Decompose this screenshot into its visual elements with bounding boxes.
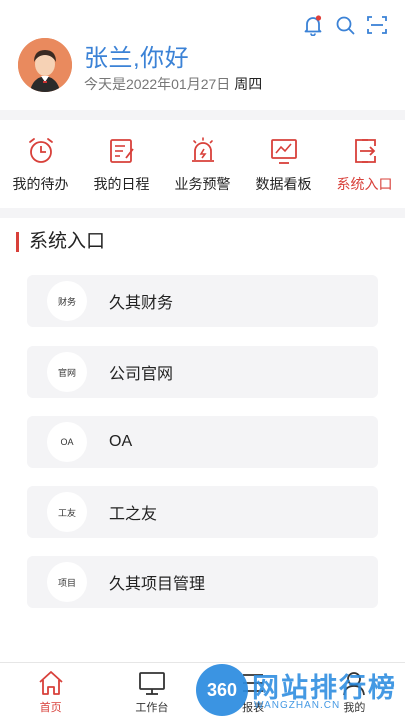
greeting-title: 张兰,你好 [84, 45, 190, 72]
quick-item-label: 数据看板 [255, 176, 312, 192]
date-line: 今天是2022年01月27日 周四 [84, 74, 262, 94]
quick-item-todo[interactable]: 我的待办 [5, 136, 77, 194]
scan-icon[interactable] [367, 14, 387, 38]
tab-mine[interactable]: 我的 [304, 663, 405, 720]
entry-badge: OA [47, 422, 87, 462]
home-icon [39, 671, 63, 695]
entry-website[interactable]: 官网 公司官网 [27, 346, 378, 398]
tab-home[interactable]: 首页 [0, 663, 101, 720]
entry-badge: 工友 [47, 492, 87, 532]
quick-actions: 我的待办 我的日程 业务预警 数据看板 系统入口 [0, 120, 405, 208]
report-icon [243, 674, 264, 692]
warning-light-icon [191, 137, 214, 162]
entry-label: 公司官网 [109, 366, 174, 383]
section-title: 系统入口 [16, 232, 105, 252]
entry-badge: 财务 [47, 281, 87, 321]
quick-item-system-entry[interactable]: 系统入口 [329, 136, 401, 194]
dashboard-chart-icon [270, 139, 297, 164]
weekday-text: 周四 [234, 76, 263, 92]
schedule-icon [109, 139, 134, 163]
quick-item-label: 业务预警 [174, 176, 231, 192]
entry-badge: 项目 [47, 562, 87, 602]
quick-item-schedule[interactable]: 我的日程 [86, 136, 158, 194]
monitor-icon [138, 672, 165, 695]
tab-workbench[interactable]: 工作台 [101, 663, 202, 720]
bell-icon[interactable] [303, 14, 323, 38]
alarm-clock-icon [28, 138, 53, 163]
entry-project[interactable]: 项目 久其项目管理 [27, 556, 378, 608]
quick-item-dashboard[interactable]: 数据看板 [248, 136, 320, 194]
quick-item-label: 我的日程 [93, 176, 150, 192]
date-text: 今天是2022年01月27日 [84, 76, 231, 92]
bottom-tabbar: 首页 工作台 报表 我的 [0, 662, 405, 720]
quick-item-label: 我的待办 [12, 176, 69, 192]
entry-label: OA [109, 433, 133, 450]
header: 张兰,你好 今天是2022年01月27日 周四 [0, 0, 405, 110]
avatar[interactable] [18, 38, 72, 92]
entry-oa[interactable]: OA OA [27, 416, 378, 468]
entry-label: 久其财务 [109, 295, 174, 312]
top-actions [303, 14, 387, 38]
tab-report[interactable]: 报表 [203, 663, 304, 720]
quick-item-alert[interactable]: 业务预警 [167, 136, 239, 194]
tab-label: 首页 [39, 702, 62, 714]
tab-label: 报表 [242, 702, 265, 714]
system-entry-icon [354, 139, 376, 163]
quick-item-label: 系统入口 [336, 176, 393, 192]
search-icon[interactable] [335, 14, 355, 38]
tab-label: 我的 [343, 702, 366, 714]
system-entry-section: 系统入口 财务 久其财务 官网 公司官网 OA OA 工友 工之友 项目 久其项… [0, 218, 405, 662]
entry-badge: 官网 [47, 352, 87, 392]
entry-label: 工之友 [109, 506, 158, 523]
entry-finance[interactable]: 财务 久其财务 [27, 275, 378, 327]
tab-label: 工作台 [135, 702, 169, 714]
entry-gongzhiyou[interactable]: 工友 工之友 [27, 486, 378, 538]
entry-label: 久其项目管理 [109, 576, 206, 593]
user-icon [343, 672, 366, 696]
